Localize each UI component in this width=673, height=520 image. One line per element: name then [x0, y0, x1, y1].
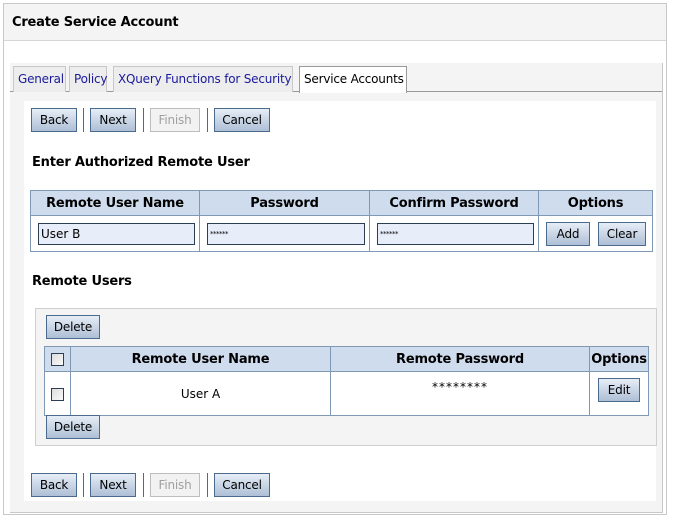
- back-button-top[interactable]: Back: [31, 108, 77, 132]
- back-button-bottom[interactable]: Back: [31, 473, 77, 497]
- row-options-cell: Edit: [589, 371, 649, 416]
- button-separator: [143, 473, 144, 497]
- confirm-password-cell: [369, 215, 539, 252]
- column-header-remote-user-name: Remote User Name: [30, 190, 200, 216]
- tab-general[interactable]: General: [13, 66, 66, 92]
- tab-policy[interactable]: Policy: [69, 66, 108, 92]
- cancel-button-top[interactable]: Cancel: [214, 108, 270, 132]
- options-cell: Add Clear: [538, 215, 653, 252]
- tab-panel: General Policy XQuery Functions for Secu…: [10, 63, 663, 513]
- remote-user-name-input[interactable]: [38, 222, 195, 245]
- remote-users-header-row: Remote User Name Remote Password Options: [44, 346, 649, 372]
- next-button-top[interactable]: Next: [90, 108, 136, 132]
- button-separator: [207, 108, 208, 132]
- button-separator: [143, 108, 144, 132]
- tab-service-accounts[interactable]: Service Accounts: [299, 66, 407, 93]
- next-button-bottom[interactable]: Next: [90, 473, 136, 497]
- remote-users-panel: Delete Remote User Name Remote Password …: [35, 308, 657, 446]
- password-cell: [199, 215, 370, 252]
- tab-bar: General Policy XQuery Functions for Secu…: [10, 63, 662, 93]
- confirm-password-input[interactable]: [377, 222, 534, 245]
- clear-button[interactable]: Clear: [598, 222, 646, 246]
- service-accounts-content: Back Next Finish Cancel Enter Authorized…: [24, 101, 657, 501]
- remote-user-name-cell: User A: [70, 371, 331, 416]
- select-all-checkbox[interactable]: [51, 352, 64, 366]
- column-header-confirm-password: Confirm Password: [369, 190, 539, 216]
- delete-button-bottom[interactable]: Delete: [46, 415, 100, 439]
- page-title: Create Service Account: [12, 15, 179, 30]
- row-checkbox[interactable]: [51, 387, 64, 401]
- edit-button[interactable]: Edit: [598, 378, 640, 402]
- enter-user-table: Remote User Name Password Confirm Passwo…: [30, 190, 653, 252]
- password-input[interactable]: [207, 222, 365, 245]
- select-all-cell: [44, 346, 71, 372]
- column-header-options: Options: [538, 190, 653, 216]
- column-header-password: Password: [199, 190, 370, 216]
- column-header-options: Options: [589, 346, 649, 372]
- cancel-button-bottom[interactable]: Cancel: [214, 473, 270, 497]
- remote-users-table: Remote User Name Remote Password Options…: [44, 346, 649, 416]
- create-service-account-panel: Create Service Account General Policy XQ…: [3, 3, 667, 515]
- user-name-cell: [30, 215, 200, 252]
- column-header-remote-password: Remote Password: [330, 346, 590, 372]
- enter-user-header-row: Remote User Name Password Confirm Passwo…: [30, 190, 653, 216]
- remote-users-heading: Remote Users: [32, 274, 132, 289]
- enter-user-input-row: Add Clear: [30, 215, 653, 252]
- table-row: User A ******** Edit: [44, 371, 649, 416]
- row-select-cell: [44, 371, 71, 416]
- enter-authorized-remote-user-heading: Enter Authorized Remote User: [32, 155, 250, 170]
- finish-button-bottom: Finish: [150, 473, 200, 497]
- remote-password-cell: ********: [330, 371, 590, 416]
- add-button[interactable]: Add: [546, 222, 590, 246]
- panel-header: Create Service Account: [4, 4, 666, 41]
- button-separator: [83, 108, 84, 132]
- tab-xquery-functions-for-security[interactable]: XQuery Functions for Security: [113, 66, 293, 92]
- delete-button-top[interactable]: Delete: [46, 315, 100, 339]
- finish-button-top: Finish: [150, 108, 200, 132]
- button-separator: [207, 473, 208, 497]
- button-separator: [83, 473, 84, 497]
- column-header-remote-user-name: Remote User Name: [70, 346, 331, 372]
